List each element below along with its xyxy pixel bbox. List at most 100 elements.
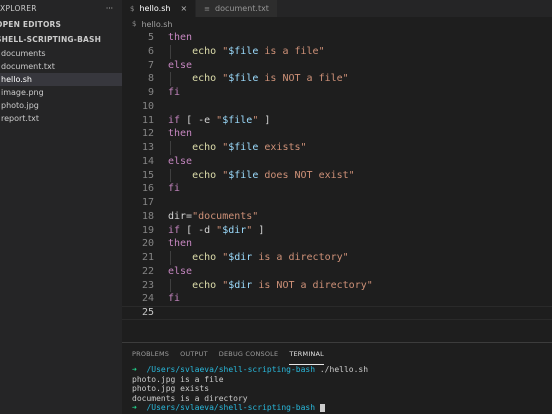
line-number: 22 <box>141 265 154 277</box>
indent-guide <box>170 278 171 293</box>
code-token: is a file" <box>258 45 325 57</box>
code-line[interactable]: 13 echo "$file exists" <box>122 141 552 155</box>
line-number: 24 <box>141 293 154 305</box>
tab-hello-sh[interactable]: $ hello.sh × <box>122 0 197 17</box>
code-token: if <box>168 224 181 236</box>
line-number: 25 <box>141 307 154 318</box>
file-item[interactable]: hello.sh <box>0 73 122 86</box>
code-token: if <box>168 114 181 126</box>
code-token: echo <box>192 279 217 291</box>
code-line[interactable]: 22 else <box>122 265 552 279</box>
terminal-line: photo.jpg exists <box>132 384 210 393</box>
indent-guide <box>170 168 171 183</box>
code-token: else <box>168 265 193 277</box>
line-code: then <box>168 127 192 141</box>
code-token: echo <box>192 252 217 263</box>
code-line[interactable]: 12 then <box>122 127 552 141</box>
code-line[interactable]: 24 fi <box>122 292 552 306</box>
code-token: $file <box>228 45 259 57</box>
open-editors-section[interactable]: OPEN EDITORS <box>0 17 122 32</box>
indent-guide <box>170 44 171 59</box>
code-token: else <box>168 155 193 167</box>
shell-file-icon: $ <box>130 4 135 13</box>
code-token: echo <box>192 142 217 153</box>
code-token: fi <box>168 87 181 98</box>
panel-tab-debug-console[interactable]: DEBUG CONSOLE <box>219 343 279 365</box>
panel-tab-problems[interactable]: PROBLEMS <box>132 343 169 365</box>
code-line[interactable]: 17 <box>122 196 552 210</box>
code-line[interactable]: 6 echo "$file is a file" <box>122 45 552 59</box>
code-token: [ -e <box>180 114 217 126</box>
code-line[interactable]: 5 then <box>122 31 552 45</box>
code-token: is NOT a directory" <box>252 279 373 291</box>
code-line[interactable]: 10 <box>122 100 552 114</box>
line-number: 13 <box>141 142 154 153</box>
code-token: then <box>168 128 193 140</box>
line-code: else <box>168 59 192 73</box>
code-token: dir= <box>168 210 193 222</box>
code-token: $file <box>228 73 259 85</box>
line-number: 18 <box>141 210 154 222</box>
file-item[interactable]: report.txt <box>0 112 122 125</box>
line-code: else <box>168 265 192 279</box>
code-line[interactable]: 23 echo "$dir is NOT a directory" <box>122 279 552 293</box>
code-line[interactable]: 18 dir="documents" <box>122 210 552 224</box>
bottom-panel: PROBLEMS OUTPUT DEBUG CONSOLE TERMINAL ➜ /U… <box>122 342 552 414</box>
panel-tabs: PROBLEMS OUTPUT DEBUG CONSOLE TERMINAL <box>122 343 552 365</box>
code-line[interactable]: 8 echo "$file is NOT a file" <box>122 72 552 86</box>
code-editor[interactable]: 5 then 6 echo "$file is a file" 7 else 8 echo… <box>122 31 552 342</box>
explorer-header: EXPLORER ··· <box>0 0 122 17</box>
file-item[interactable]: image.png <box>0 86 122 99</box>
code-line[interactable]: 7 else <box>122 59 552 73</box>
explorer-title: EXPLORER <box>0 4 37 13</box>
line-code: if [ -e "$file" ] <box>168 114 270 128</box>
code-line[interactable]: 15 echo "$file does NOT exist" <box>122 169 552 183</box>
ellipsis-icon[interactable]: ··· <box>106 4 113 13</box>
line-code: then <box>168 31 192 45</box>
terminal[interactable]: ➜ /Users/svlaeva/shell-scripting-bash ./… <box>122 365 552 413</box>
code-line[interactable]: 20 then <box>122 237 552 251</box>
folder-section[interactable]: SHELL-SCRIPTING-BASH <box>0 32 122 47</box>
line-number: 19 <box>141 224 154 236</box>
line-number: 6 <box>147 45 154 57</box>
file-item[interactable]: document.txt <box>0 60 122 73</box>
line-number: 23 <box>141 279 154 291</box>
line-code: echo "$dir is NOT a directory" <box>168 279 373 293</box>
code-line[interactable]: 21 echo "$dir is a directory" <box>122 251 552 265</box>
panel-tab-terminal[interactable]: TERMINAL <box>289 343 324 365</box>
code-token: then <box>168 32 193 43</box>
terminal-line: documents is a directory <box>132 393 248 403</box>
line-number: 16 <box>141 183 154 195</box>
code-line[interactable]: 11 if [ -e "$file" ] <box>122 114 552 128</box>
shell-file-icon: $ <box>132 20 137 28</box>
indent-guide <box>170 72 171 86</box>
prompt-path: /Users/svlaeva/shell-scripting-bash <box>146 403 316 412</box>
line-number: 17 <box>141 197 154 208</box>
code-token: fi <box>168 293 181 305</box>
code-line[interactable]: 9 fi <box>122 86 552 100</box>
code-line[interactable]: 25 <box>122 306 552 320</box>
code-line[interactable]: 16 fi <box>122 182 552 196</box>
code-line[interactable]: 14 else <box>122 155 552 169</box>
code-line[interactable]: 19 if [ -d "$dir" ] <box>122 224 552 238</box>
line-code: dir="documents" <box>168 210 258 224</box>
tab-document-txt[interactable]: ≡ document.txt <box>196 0 278 17</box>
line-code: echo "$dir is a directory" <box>168 251 349 265</box>
breadcrumb-file[interactable]: hello.sh <box>141 20 172 29</box>
line-number: 15 <box>141 169 154 181</box>
indent-guide <box>170 251 171 265</box>
panel-tab-output[interactable]: OUTPUT <box>180 343 208 365</box>
line-code: then <box>168 237 192 251</box>
file-list: documents document.txt hello.sh image.png ph… <box>0 47 122 125</box>
line-code: fi <box>168 86 180 100</box>
file-item[interactable]: photo.jpg <box>0 99 122 112</box>
line-code: fi <box>168 292 180 306</box>
close-icon[interactable]: × <box>180 4 187 13</box>
file-item[interactable]: documents <box>0 47 122 60</box>
line-number: 21 <box>141 252 154 263</box>
line-code: else <box>168 155 192 169</box>
code-token: else <box>168 59 193 71</box>
